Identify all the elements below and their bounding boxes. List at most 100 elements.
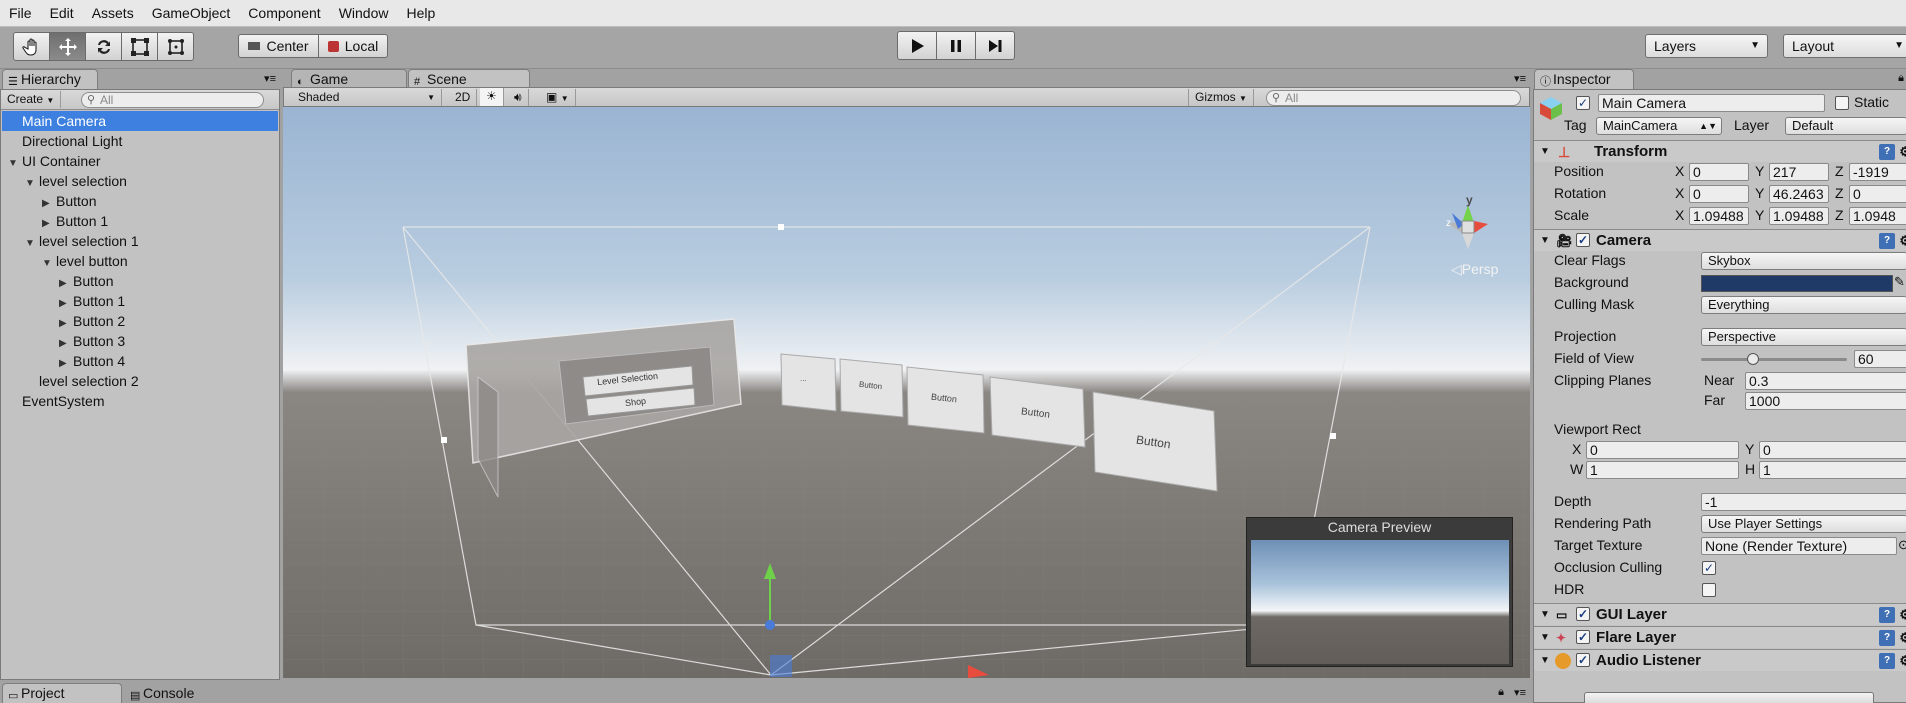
hierarchy-item[interactable]: ▶ Button 1 xyxy=(2,291,278,311)
tab-console[interactable]: ▤ Console xyxy=(124,683,234,703)
background-color-swatch[interactable] xyxy=(1701,275,1893,292)
position-z-field[interactable]: -1919 xyxy=(1849,163,1906,181)
rotate-tool-button[interactable] xyxy=(85,32,122,61)
menu-window[interactable]: Window xyxy=(330,0,398,27)
lighting-toggle[interactable]: ☀ xyxy=(480,88,504,106)
scene-viewport[interactable]: Level Selection Shop ... Button Button B… xyxy=(283,107,1530,678)
gui-layer-checkbox[interactable]: ✓ xyxy=(1576,607,1590,621)
help-icon[interactable]: ? xyxy=(1879,607,1895,623)
viewport-h-field[interactable]: 1 xyxy=(1759,461,1906,479)
clear-flags-dropdown[interactable]: Skybox xyxy=(1701,252,1906,270)
hierarchy-item[interactable]: level selection 2 xyxy=(2,371,278,391)
projection-dropdown[interactable]: Perspective xyxy=(1701,328,1906,346)
flare-layer-checkbox[interactable]: ✓ xyxy=(1576,630,1590,644)
culling-mask-dropdown[interactable]: Everything xyxy=(1701,296,1906,314)
fov-slider-thumb[interactable] xyxy=(1747,353,1760,365)
audio-listener-checkbox[interactable]: ✓ xyxy=(1576,653,1590,667)
hierarchy-item[interactable]: ▼ level selection xyxy=(2,171,278,191)
hierarchy-item[interactable]: ▼ level button xyxy=(2,251,278,271)
hdr-checkbox[interactable] xyxy=(1702,583,1716,597)
occlusion-culling-checkbox[interactable]: ✓ xyxy=(1702,561,1716,575)
tab-hierarchy[interactable]: ☰ Hierarchy xyxy=(2,69,98,89)
tab-inspector[interactable]: ⓘ Inspector xyxy=(1534,69,1634,89)
hand-tool-button[interactable] xyxy=(13,32,50,61)
effects-dropdown[interactable]: ▣ ▼ xyxy=(540,89,576,106)
scale-tool-button[interactable] xyxy=(121,32,158,61)
lock-icon[interactable]: 🔒︎ xyxy=(1898,72,1904,85)
gear-icon[interactable]: ⚙ xyxy=(1899,141,1906,163)
hierarchy-item[interactable]: Directional Light xyxy=(2,131,278,151)
audio-listener-header[interactable]: ▼ ✓ Audio Listener ? ⚙ xyxy=(1534,649,1906,671)
menu-assets[interactable]: Assets xyxy=(83,0,143,27)
viewport-y-field[interactable]: 0 xyxy=(1759,441,1906,459)
audio-toggle[interactable]: 🔊︎ xyxy=(508,89,529,106)
fov-slider-track[interactable] xyxy=(1701,353,1847,365)
flare-layer-header[interactable]: ▼ ✦ ✓ Flare Layer ? ⚙ xyxy=(1534,626,1906,648)
gear-icon[interactable]: ⚙ xyxy=(1899,604,1906,626)
fov-field[interactable]: 60 xyxy=(1854,350,1906,368)
transform-header[interactable]: ▼ ⊥ Transform ? ⚙ xyxy=(1534,140,1906,162)
help-icon[interactable]: ? xyxy=(1879,144,1895,160)
frustum-handle[interactable] xyxy=(441,437,447,443)
orientation-gizmo[interactable] xyxy=(1448,205,1488,249)
2d-toggle[interactable]: 2D xyxy=(449,89,478,106)
scale-y-field[interactable]: 1.09488 xyxy=(1769,207,1829,225)
menu-component[interactable]: Component xyxy=(239,0,329,27)
scale-z-field[interactable]: 1.0948 xyxy=(1849,207,1906,225)
pivot-local-button[interactable]: Local xyxy=(318,34,388,58)
static-checkbox[interactable] xyxy=(1835,96,1849,110)
panel-menu-icon[interactable]: ▾≡ xyxy=(264,72,276,85)
hierarchy-item[interactable]: ▶ Button xyxy=(2,271,278,291)
hierarchy-item[interactable]: ▶ Button 2 xyxy=(2,311,278,331)
depth-field[interactable]: -1 xyxy=(1701,493,1906,511)
pause-button[interactable] xyxy=(936,31,976,60)
move-tool-button[interactable] xyxy=(49,32,86,61)
hierarchy-item[interactable]: ▶ Button 1 xyxy=(2,211,278,231)
pivot-center-button[interactable]: Center xyxy=(238,34,319,58)
hierarchy-item[interactable]: EventSystem xyxy=(2,391,278,411)
layers-dropdown[interactable]: Layers ▼ xyxy=(1645,34,1768,58)
rendering-path-dropdown[interactable]: Use Player Settings xyxy=(1701,515,1906,533)
hierarchy-item[interactable]: ▶ Button xyxy=(2,191,278,211)
hierarchy-item[interactable]: ▼ level selection 1 xyxy=(2,231,278,251)
panel-menu-icon[interactable]: ▾≡ xyxy=(1514,686,1526,699)
eyedropper-icon[interactable]: ✎ xyxy=(1894,274,1905,290)
hierarchy-item[interactable]: Main Camera xyxy=(2,111,278,131)
create-dropdown[interactable]: Create ▼ xyxy=(1,91,62,108)
menu-gameobject[interactable]: GameObject xyxy=(143,0,240,27)
play-button[interactable] xyxy=(897,31,937,60)
help-icon[interactable]: ? xyxy=(1879,630,1895,646)
hierarchy-search-input[interactable]: ⚲ All xyxy=(81,92,264,108)
tag-dropdown[interactable]: MainCamera ▲▼ xyxy=(1596,117,1722,135)
gear-icon[interactable]: ⚙ xyxy=(1899,627,1906,649)
rotation-x-field[interactable]: 0 xyxy=(1689,185,1749,203)
viewport-x-field[interactable]: 0 xyxy=(1586,441,1739,459)
rect-tool-button[interactable] xyxy=(157,32,194,61)
help-icon[interactable]: ? xyxy=(1879,653,1895,669)
frustum-handle[interactable] xyxy=(778,224,784,230)
position-y-field[interactable]: 217 xyxy=(1769,163,1829,181)
shading-dropdown[interactable]: Shaded ▼ xyxy=(292,89,442,106)
hierarchy-item[interactable]: ▶ Button 4 xyxy=(2,351,278,371)
step-button[interactable] xyxy=(975,31,1015,60)
object-picker-icon[interactable]: ⊙ xyxy=(1898,537,1906,553)
gear-icon[interactable]: ⚙ xyxy=(1899,230,1906,252)
hierarchy-item[interactable]: ▶ Button 3 xyxy=(2,331,278,351)
menu-edit[interactable]: Edit xyxy=(41,0,83,27)
add-component-button[interactable] xyxy=(1584,692,1874,703)
gui-layer-header[interactable]: ▼ ▭ ✓ GUI Layer ? ⚙ xyxy=(1534,603,1906,625)
rotation-z-field[interactable]: 0 xyxy=(1849,185,1906,203)
position-x-field[interactable]: 0 xyxy=(1689,163,1749,181)
scale-x-field[interactable]: 1.09488 xyxy=(1689,207,1749,225)
menu-help[interactable]: Help xyxy=(397,0,444,27)
tab-project[interactable]: ▭ Project xyxy=(2,683,122,703)
object-name-field[interactable]: Main Camera xyxy=(1598,94,1825,112)
menu-file[interactable]: File xyxy=(0,0,41,27)
projection-mode-label[interactable]: ◁Persp xyxy=(1451,261,1498,278)
target-texture-field[interactable]: None (Render Texture) xyxy=(1701,537,1897,555)
tab-scene[interactable]: # Scene xyxy=(408,69,530,89)
tab-game[interactable]: ◐ Game xyxy=(291,69,407,89)
gizmos-dropdown[interactable]: Gizmos ▼ xyxy=(1188,89,1254,106)
camera-header[interactable]: ▼ 🎥︎ ✓ Camera ? ⚙ xyxy=(1534,229,1906,251)
gear-icon[interactable]: ⚙ xyxy=(1899,650,1906,672)
